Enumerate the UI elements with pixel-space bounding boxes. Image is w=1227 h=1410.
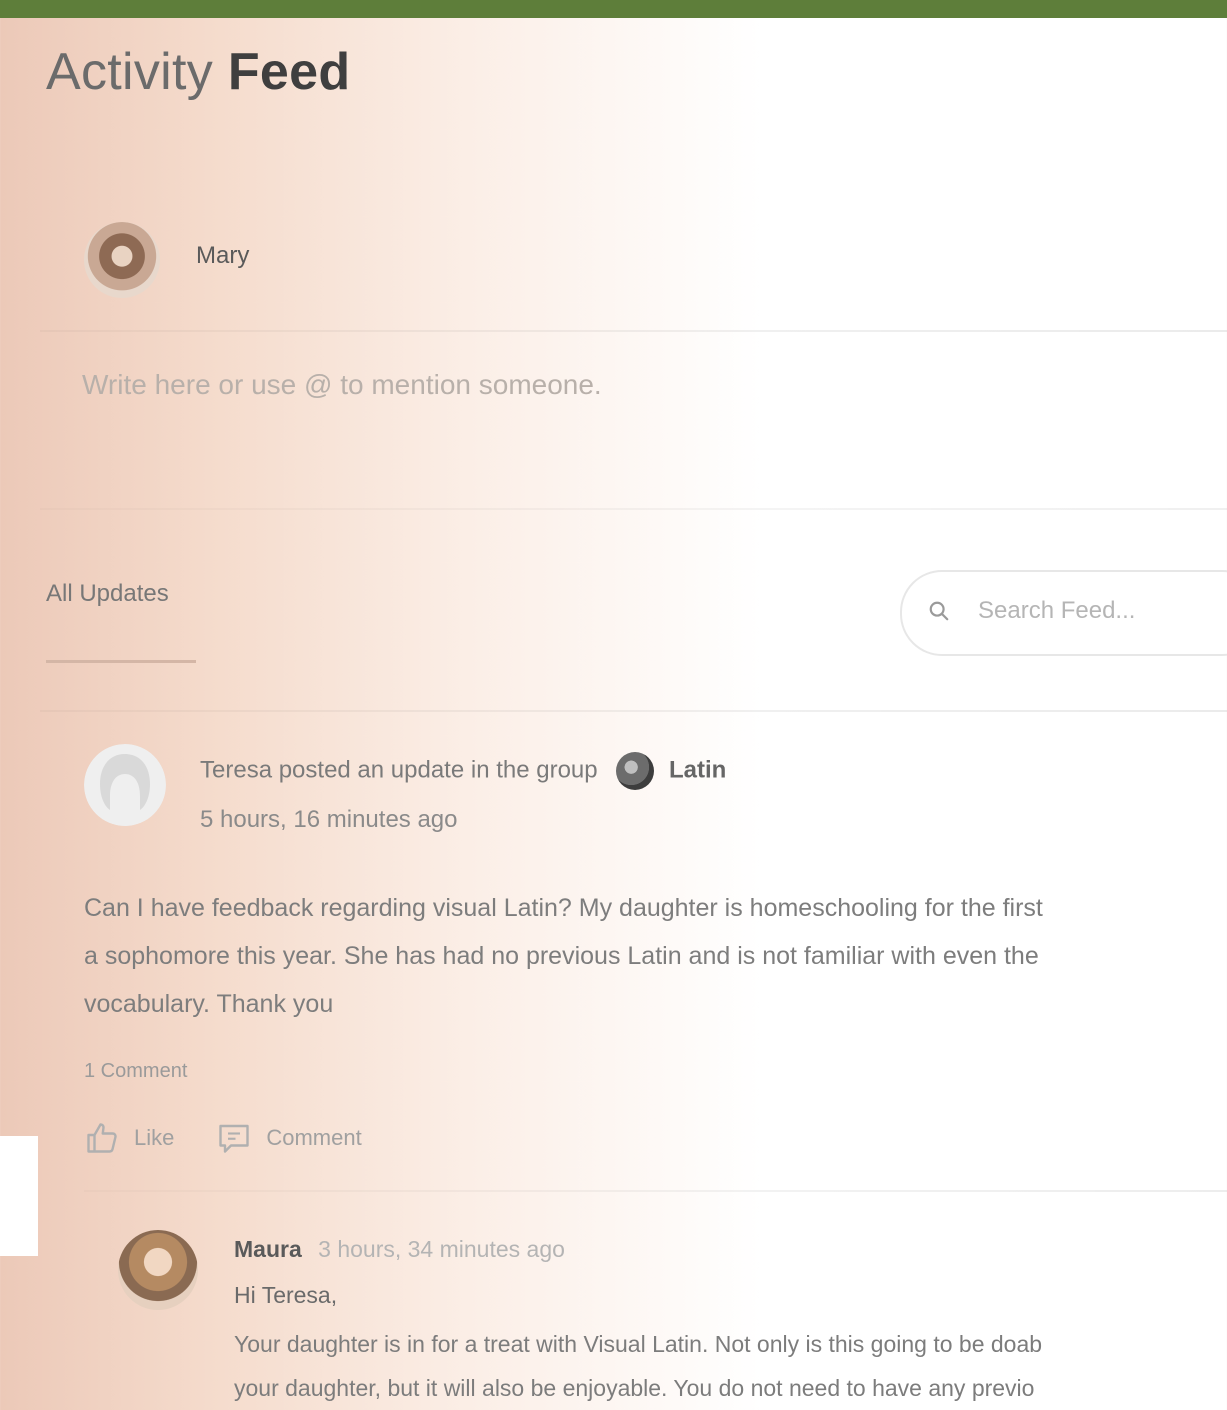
group-link[interactable]: Latin (669, 756, 726, 783)
page-title: Activity Feed (46, 42, 350, 102)
page-title-light: Activity (46, 43, 214, 101)
page-title-bold: Feed (227, 43, 351, 101)
comment-count[interactable]: 1 Comment (84, 1060, 187, 1083)
comment-divider (84, 1190, 1227, 1192)
comment-icon (219, 1124, 250, 1153)
tab-active-indicator (46, 660, 196, 663)
avatar[interactable] (84, 744, 166, 826)
post-composer: Mary (40, 190, 1227, 510)
avatar[interactable] (118, 1230, 198, 1310)
post-body-line: vocabulary. Thank you (84, 990, 334, 1018)
like-button[interactable]: Like (84, 1120, 174, 1156)
post-actions: Like Comment (84, 1120, 362, 1156)
tab-all-updates[interactable]: All Updates (46, 580, 169, 608)
comment-label: Comment (266, 1125, 362, 1150)
comment-greeting: Hi Teresa, (234, 1282, 338, 1308)
top-bar (0, 0, 1227, 18)
post-body-line: a sophomore this year. She has had no pr… (84, 942, 1039, 970)
post-header: Teresa posted an update in the group Lat… (200, 752, 726, 790)
like-label: Like (134, 1125, 175, 1150)
comment-timestamp: 3 hours, 34 minutes ago (318, 1236, 565, 1262)
composer-user-name: Mary (196, 242, 250, 269)
post-body: Can I have feedback regarding visual Lat… (84, 884, 1227, 1028)
overlay-edge (0, 1136, 38, 1256)
comment-body-line: your daughter, but it will also be enjoy… (234, 1375, 1035, 1401)
comment-button[interactable]: Comment (216, 1120, 362, 1156)
group-avatar-icon[interactable] (616, 752, 655, 790)
composer-divider (40, 330, 1227, 332)
default-avatar-icon (84, 744, 166, 826)
comment-author[interactable]: Maura (234, 1236, 302, 1262)
post-body-line: Can I have feedback regarding visual Lat… (84, 894, 1043, 922)
comment-body-line: Your daughter is in for a treat with Vis… (234, 1331, 1043, 1357)
comment-body: Your daughter is in for a treat with Vis… (234, 1322, 1227, 1410)
search-box[interactable] (900, 570, 1227, 656)
search-icon (929, 601, 949, 621)
search-input[interactable] (976, 596, 1220, 626)
thumbs-up-icon (87, 1123, 117, 1153)
comment-header: Maura 3 hours, 34 minutes ago (234, 1236, 565, 1263)
composer-bottom-divider (40, 508, 1227, 510)
post-timestamp[interactable]: 5 hours, 16 minutes ago (200, 806, 458, 834)
feed-divider (40, 710, 1227, 712)
post-text-input[interactable] (80, 368, 1184, 402)
post-header-text: Teresa posted an update in the group (200, 756, 598, 784)
avatar[interactable] (84, 222, 160, 298)
